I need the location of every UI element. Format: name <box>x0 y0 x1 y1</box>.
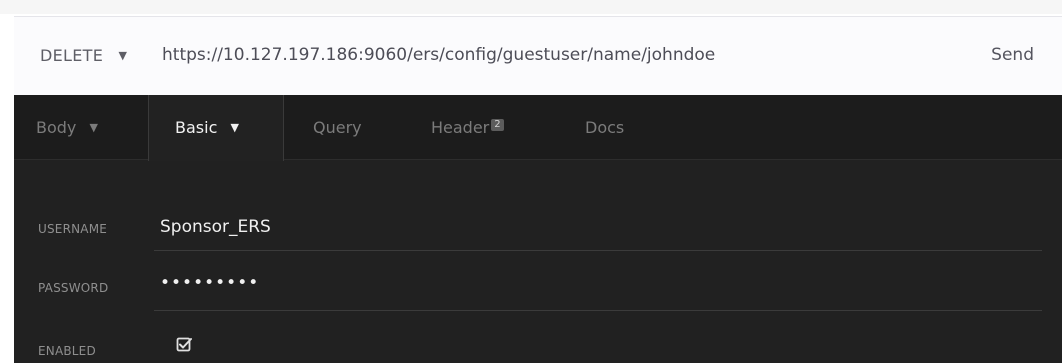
method-dropdown[interactable]: DELETE ▼ <box>40 46 127 65</box>
enabled-label: ENABLED <box>38 344 96 358</box>
request-tab-bar: Body ▼ Basic ▼ Query Header 2 Docs <box>14 95 1062 161</box>
chevron-down-icon: ▼ <box>118 49 128 62</box>
request-panel: Body ▼ Basic ▼ Query Header 2 Docs USERNA… <box>14 95 1062 363</box>
chevron-down-icon: ▼ <box>89 121 98 134</box>
password-underline <box>154 310 1042 311</box>
method-label: DELETE <box>40 46 104 65</box>
tab-basic-label: Basic <box>175 118 218 137</box>
checkbox-checked-icon <box>176 337 192 352</box>
request-url-bar: DELETE ▼ https://10.127.197.186:9060/ers… <box>14 16 1062 95</box>
password-label: PASSWORD <box>38 281 109 295</box>
tab-basic-auth[interactable]: Basic ▼ <box>148 95 284 161</box>
username-label: USERNAME <box>38 222 108 236</box>
chevron-down-icon: ▼ <box>230 121 239 134</box>
enabled-checkbox[interactable] <box>176 337 192 353</box>
password-field[interactable]: ••••••••• <box>160 273 259 293</box>
tab-header[interactable]: Header 2 <box>431 95 504 160</box>
tab-body-label: Body <box>36 118 77 137</box>
tab-body[interactable]: Body ▼ <box>36 95 98 160</box>
header-count-badge: 2 <box>491 119 504 131</box>
username-field[interactable]: Sponsor_ERS <box>160 217 271 237</box>
url-input[interactable]: https://10.127.197.186:9060/ers/config/g… <box>162 45 715 65</box>
tab-docs[interactable]: Docs <box>585 95 624 160</box>
tab-header-label: Header <box>431 118 490 137</box>
tab-query-label: Query <box>313 118 362 137</box>
tab-docs-label: Docs <box>585 118 625 137</box>
send-button[interactable]: Send <box>991 45 1034 65</box>
tab-query[interactable]: Query <box>313 95 362 160</box>
username-underline <box>154 250 1042 251</box>
rest-client-window: DELETE ▼ https://10.127.197.186:9060/ers… <box>0 0 1062 363</box>
top-strip <box>0 0 1062 14</box>
